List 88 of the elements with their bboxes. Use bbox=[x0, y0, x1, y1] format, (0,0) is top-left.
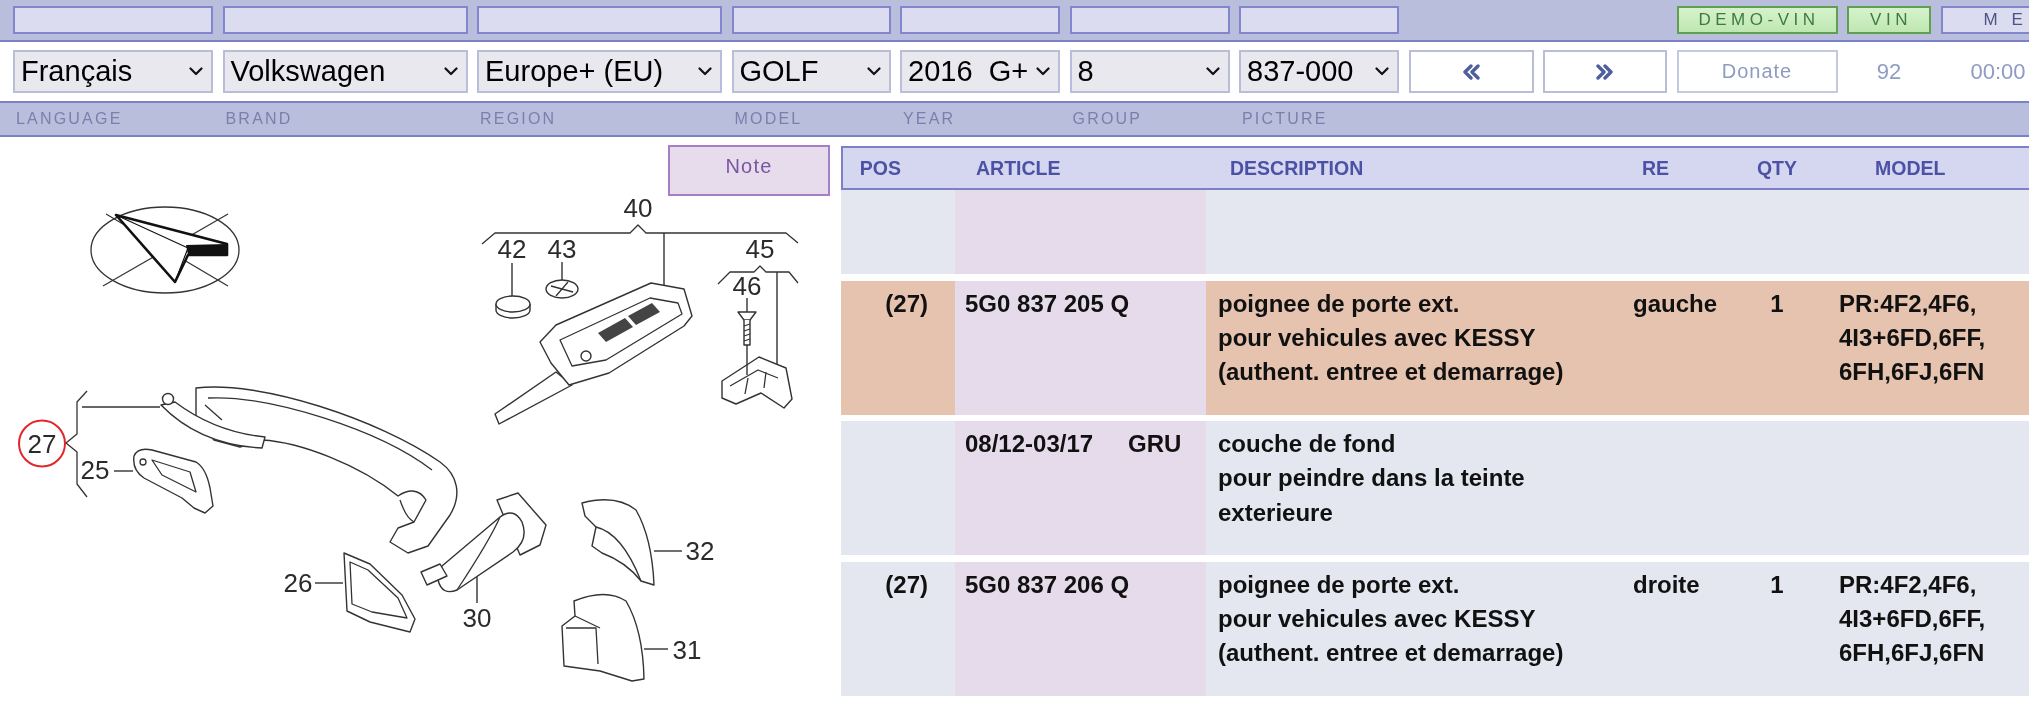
double-chevron-left-icon bbox=[1462, 63, 1480, 80]
leader-line bbox=[561, 261, 563, 281]
leader-line bbox=[643, 648, 669, 650]
field-label: BRAND bbox=[225, 110, 293, 128]
column-header: RE bbox=[1641, 156, 1670, 180]
field-label: MODEL bbox=[734, 110, 803, 128]
emblem bbox=[545, 279, 579, 299]
previous-button[interactable] bbox=[1408, 50, 1534, 93]
table-cell-text: 1 bbox=[1769, 288, 1785, 319]
table-cell-text: (27) bbox=[884, 288, 929, 319]
chevron-down-icon bbox=[866, 67, 881, 76]
next-button[interactable] bbox=[1543, 50, 1667, 93]
chevron-down-icon bbox=[698, 67, 712, 76]
leader-line bbox=[113, 470, 134, 472]
dropdown[interactable]: Europe+ (EU) bbox=[477, 50, 722, 93]
dropdown[interactable]: GOLF bbox=[731, 50, 891, 93]
chevron-down-icon bbox=[1036, 67, 1050, 76]
callout-number[interactable]: 27 bbox=[18, 419, 66, 468]
column-header: ARTICLE bbox=[975, 156, 1061, 180]
table-cell: 5G0 837 205 Q bbox=[955, 280, 1206, 415]
callout-number[interactable]: 26 bbox=[283, 568, 313, 598]
dropdown[interactable]: 2016 G+ bbox=[900, 50, 1060, 93]
dropdown[interactable]: Volkswagen bbox=[222, 50, 468, 93]
callout-number[interactable]: 25 bbox=[80, 455, 110, 485]
table-cell: 5G0 837 206 Q bbox=[955, 561, 1206, 696]
table-cell-text: 1 bbox=[1769, 569, 1785, 600]
table-cell-text: gauche bbox=[1632, 288, 1719, 319]
field-label: YEAR bbox=[903, 110, 956, 128]
callout-number[interactable]: 46 bbox=[732, 271, 762, 301]
chevron-down-icon bbox=[189, 67, 203, 76]
column-header: DESCRIPTION bbox=[1229, 156, 1364, 180]
callout-number[interactable]: 45 bbox=[745, 234, 775, 264]
input-field[interactable] bbox=[222, 6, 468, 34]
table-cell-text: PR:4F2,4F6, 4I3+6FD,6FF, 6FH,6FJ,6FN bbox=[1838, 569, 1987, 669]
counter-text: 92 bbox=[1876, 58, 1902, 85]
table-cell-text: droite bbox=[1632, 569, 1701, 600]
column-header: MODEL bbox=[1874, 156, 1946, 180]
callout-number[interactable]: 32 bbox=[685, 536, 715, 566]
callout-number[interactable]: 30 bbox=[462, 603, 492, 633]
table-row[interactable]: 08/12-03/17 GRU couche de fond pour peindre dans la teinte exterieure bbox=[841, 421, 2029, 555]
part-code: GRU bbox=[1128, 429, 1182, 459]
chevron-down-icon bbox=[1205, 67, 1220, 76]
input-field[interactable] bbox=[900, 6, 1060, 34]
field-label: GROUP bbox=[1072, 110, 1143, 128]
vin-button[interactable]: VIN bbox=[1847, 6, 1931, 34]
input-field[interactable] bbox=[13, 6, 213, 34]
leader-line bbox=[314, 582, 344, 584]
table-cell-text: couche de fond pour peindre dans la teinte exterieure bbox=[1217, 429, 1526, 528]
double-chevron-right-icon bbox=[1596, 63, 1614, 80]
mounting-bracket bbox=[721, 356, 793, 409]
leader-line bbox=[746, 297, 748, 313]
column-header: POS bbox=[859, 156, 902, 180]
callout-number[interactable]: 40 bbox=[623, 196, 653, 223]
leader-line bbox=[746, 344, 748, 376]
menu-button[interactable]: M E bbox=[1940, 6, 2029, 34]
chevron-down-icon bbox=[443, 67, 458, 76]
table-cell-text: (27) bbox=[884, 569, 929, 600]
table-cell-text: poignee de porte ext. pour vehicules avec KESSY (authent. entree et demarrage) bbox=[1217, 288, 1565, 388]
coin-battery bbox=[495, 295, 531, 319]
input-field[interactable] bbox=[731, 6, 891, 34]
orientation-icon bbox=[90, 206, 240, 294]
table-cell-text: PR:4F2,4F6, 4I3+6FD,6FF, 6FH,6FJ,6FN bbox=[1838, 288, 1987, 388]
leader-line bbox=[511, 262, 513, 297]
callout-number[interactable]: 42 bbox=[497, 234, 527, 264]
dropdown[interactable]: 8 bbox=[1069, 50, 1230, 93]
leader-line bbox=[653, 550, 683, 552]
input-field[interactable] bbox=[1069, 6, 1230, 34]
chevron-down-icon bbox=[1375, 67, 1389, 76]
column-header: QTY bbox=[1756, 156, 1798, 180]
date-range: 08/12-03/17 bbox=[965, 429, 1094, 459]
field-label: LANGUAGE bbox=[16, 110, 123, 128]
leader-line bbox=[476, 576, 478, 604]
input-field[interactable] bbox=[1239, 6, 1399, 34]
leader-line bbox=[663, 232, 665, 286]
dropdown[interactable]: Français bbox=[13, 50, 213, 93]
time-text: 00:00 bbox=[1970, 58, 2026, 85]
vin-button[interactable]: DEMO-VIN bbox=[1676, 6, 1838, 34]
callout-number[interactable]: 43 bbox=[547, 234, 577, 264]
callout-number[interactable]: 31 bbox=[672, 635, 702, 665]
table-cell-text: poignee de porte ext. pour vehicules avec KESSY (authent. entree et demarrage) bbox=[1217, 569, 1565, 669]
input-field[interactable] bbox=[477, 6, 722, 34]
dropdown[interactable]: 837-000 bbox=[1239, 50, 1399, 93]
note-button[interactable]: Note bbox=[668, 145, 830, 196]
table-row[interactable]: (27) 5G0 837 206 Q poignee de porte ext. pour vehicules avec KESSY (authent. entree et demarrage) droite 1 PR:4F2,4F6, 4I3+6FD,6FF, 6FH,6FJ,6FN bbox=[841, 561, 2029, 696]
field-label: PICTURE bbox=[1242, 110, 1328, 128]
table-row[interactable]: (27) 5G0 837 205 Q poignee de porte ext. pour vehicules avec KESSY (authent. entree et demarrage) gauche 1 PR:4F2,4F6, 4I3+6FD,6FF, 6FH,6FJ,6FN bbox=[841, 280, 2029, 415]
screw bbox=[737, 311, 757, 346]
field-label: REGION bbox=[480, 110, 557, 128]
